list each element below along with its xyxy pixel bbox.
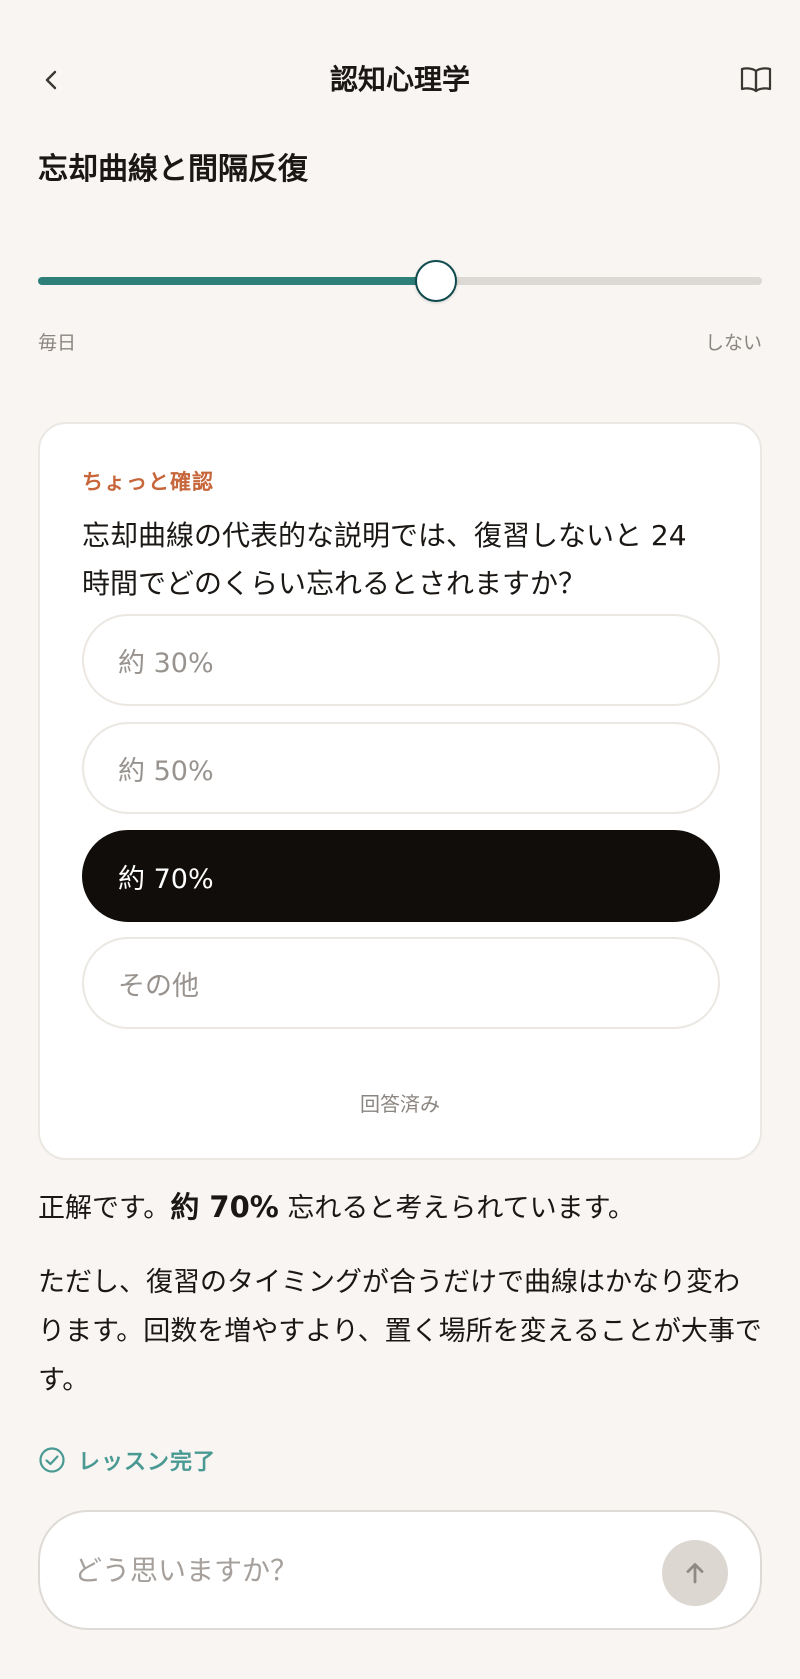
slider-label-daily: 毎日 <box>38 332 77 354</box>
feedback-suffix: 忘れると考えられています。 <box>278 1193 635 1224</box>
quiz-option-label: その他 <box>118 970 199 1002</box>
check-circle-icon <box>39 1447 65 1473</box>
lesson-title: 忘却曲線と間隔反復 <box>38 152 308 187</box>
feedback-prefix: 正解です。 <box>38 1193 171 1224</box>
quiz-kicker: ちょっと確認 <box>82 470 214 494</box>
quiz-question: 忘却曲線の代表的な説明では、復習しないと 24 時間でどのくらい忘れるとされます… <box>82 519 687 600</box>
chat-composer <box>38 1510 762 1630</box>
quiz-card: ちょっと確認 忘却曲線の代表的な説明では、復習しないと 24 時間でどのくらい忘… <box>38 422 762 1160</box>
lesson-screen: 認知心理学 忘却曲線と間隔反復 毎日 しない ちょっと確認 忘却曲線の代表的な説… <box>0 0 800 1679</box>
quiz-option-label: 約 50% <box>118 755 214 787</box>
lesson-complete-label: レッスン完了 <box>78 1450 217 1475</box>
answered-status: 回答済み <box>360 1092 440 1116</box>
page-title: 認知心理学 <box>329 63 470 96</box>
quiz-option-label: 約 70% <box>118 863 214 895</box>
quiz-option[interactable]: 約 30% <box>82 614 720 706</box>
quiz-option-label: 約 30% <box>118 647 214 679</box>
header: 認知心理学 <box>0 40 800 120</box>
feedback-text: 正解です。約 70% 忘れると考えられています。 <box>38 1185 762 1231</box>
feedback-answer: 約 70% <box>170 1190 279 1224</box>
book-open-icon <box>740 67 772 93</box>
lesson-complete: レッスン完了 <box>38 1444 216 1476</box>
review-frequency-slider[interactable] <box>38 258 762 304</box>
send-button[interactable] <box>662 1540 728 1606</box>
book-button[interactable] <box>734 58 778 102</box>
slider-fill <box>38 277 436 285</box>
slider-thumb[interactable] <box>415 260 457 302</box>
explanation-text: ただし、復習のタイミングが合うだけで曲線はかなり変わります。回数を増やすより、置… <box>38 1267 762 1396</box>
slider-label-never: しない <box>704 332 762 354</box>
quiz-option[interactable]: その他 <box>82 937 720 1029</box>
chat-input[interactable] <box>74 1540 634 1600</box>
quiz-option[interactable]: 約 70% <box>82 830 720 922</box>
arrow-up-icon <box>686 1563 704 1584</box>
quiz-option[interactable]: 約 50% <box>82 722 720 814</box>
